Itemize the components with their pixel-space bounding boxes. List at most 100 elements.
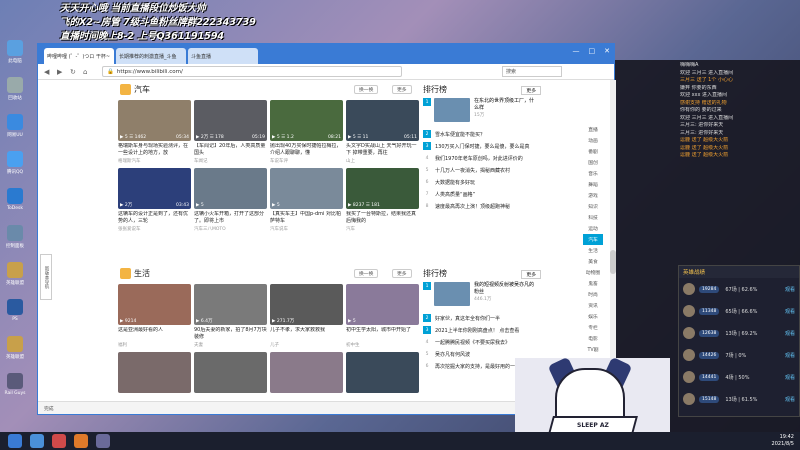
video-thumbnail[interactable]: ▶ 5 [270, 168, 343, 209]
video-card[interactable]: ▶ 6.4万 90后夫妻的新家，拍了8月7万块装修 夫妻 [194, 284, 267, 352]
video-card[interactable]: ▶ 5 这辆小火车开箱，打开了这部分了。即将上市 汽车三八MOTO [194, 168, 267, 236]
home-icon[interactable]: ⌂ [83, 68, 93, 76]
rank-top-thumbnail[interactable] [434, 282, 470, 306]
video-uploader[interactable]: 汽车说车 [270, 226, 343, 232]
video-thumbnail[interactable] [118, 352, 191, 393]
video-thumbnail[interactable]: ▶ 8237 ☰ 181 [346, 168, 419, 209]
start-icon[interactable] [8, 434, 22, 448]
scrollbar-thumb[interactable] [610, 250, 616, 274]
ranking-row[interactable]: 11348 65场 | 66.6% 观看 [679, 300, 799, 322]
side-nav-item[interactable]: TV剧 [583, 344, 603, 355]
video-card[interactable]: ▶ 5 初中生学太阳，城市中开始了 初中生 [346, 284, 419, 352]
ranking-row[interactable]: 15148 13场 | 61.5% 观看 [679, 388, 799, 410]
video-thumbnail[interactable] [270, 352, 343, 393]
video-thumbnail[interactable]: ▶ 9214 [118, 284, 191, 325]
desktop-icon[interactable]: ToDesk [2, 188, 28, 220]
more-button-car[interactable]: 更多 [392, 85, 412, 94]
desktop-icon[interactable]: 腾讯QQ [2, 151, 28, 183]
video-card[interactable]: ▶ 271.7万 儿子不孝，求大家救救我 儿子 [270, 284, 343, 352]
video-title[interactable]: 我买了一台特斯拉，结果我还真后悔我的 [346, 211, 419, 225]
video-title[interactable]: 90后夫妻的新家，拍了8月7万块装修 [194, 327, 267, 341]
page-scrollbar[interactable] [610, 80, 616, 403]
video-thumbnail[interactable]: ▶ 5 [346, 284, 419, 325]
watch-link[interactable]: 观看 [785, 374, 795, 381]
forward-icon[interactable]: ▶ [57, 68, 67, 76]
desktop-icon[interactable]: 英雄联盟 [2, 262, 28, 294]
video-card[interactable] [194, 352, 267, 403]
rank-item[interactable]: 6 大数据能有多好玩 [423, 176, 541, 188]
desktop-icon[interactable]: 网易UU [2, 114, 28, 146]
address-bar[interactable]: 🔒 https://www.bilibili.com/ [102, 66, 402, 77]
desktop-icon[interactable]: 控制面板 [2, 225, 28, 257]
video-title[interactable]: 初中生学太阳，城市中开始了 [346, 327, 419, 341]
video-card[interactable]: ▶ 5 ☰ 1.2 08:21 抛出现40万买保时捷帕拉梅拉，介绍人跟聊聊，懂 车说车… [270, 100, 343, 168]
video-card[interactable]: ▶ 2万 03:43 这辆车的设计正是到了，还有优势的人，三轮 张张爱说车 [118, 168, 191, 236]
maximize-icon[interactable]: □ [589, 47, 596, 55]
video-title[interactable]: 【真实车主】中国p-dmi 对比帕萨特车 [270, 211, 343, 225]
side-nav-item[interactable]: 直播 [583, 124, 603, 135]
rank-top-title[interactable]: 我的短视频反射被吴亦凡的粉丝 [474, 282, 534, 296]
video-thumbnail[interactable]: ▶ 5 ☰ 11 05:11 [346, 100, 419, 141]
side-nav-item[interactable]: 游戏 [583, 190, 603, 201]
search-input[interactable]: 搜索 [502, 66, 562, 77]
side-nav-item[interactable]: 娱乐 [583, 311, 603, 322]
video-card[interactable] [270, 352, 343, 403]
watch-link[interactable]: 观看 [785, 286, 795, 293]
video-title[interactable]: 儿子不孝，求大家救救我 [270, 327, 343, 341]
watch-link[interactable]: 观看 [785, 308, 795, 315]
video-title[interactable]: 这辆车的设计正是到了，还有优势的人，三轮 [118, 211, 191, 225]
back-icon[interactable]: ◀ [44, 68, 54, 76]
rank-top-item[interactable]: 1 在东北的世界顶级工厂，什么样 15万 [423, 98, 541, 128]
ranking-row[interactable]: 14441 4场 | 50% 观看 [679, 366, 799, 388]
video-thumbnail[interactable]: ▶ 5 [194, 168, 267, 209]
tab-douyu[interactable]: 斗鱼直播 [188, 48, 258, 64]
more-button-life[interactable]: 更多 [392, 269, 412, 278]
video-thumbnail[interactable]: ▶ 5 ☰ 1462 05:34 [118, 100, 191, 141]
side-nav-item[interactable]: 国创 [583, 157, 603, 168]
video-uploader[interactable]: 张张爱说车 [118, 226, 191, 232]
video-uploader[interactable]: 汽车 [346, 226, 419, 232]
rank-top-title[interactable]: 在东北的世界顶级工厂，什么样 [474, 98, 534, 112]
ranking-row[interactable]: 12638 13场 | 69.2% 观看 [679, 322, 799, 344]
taskbar-app-icon[interactable] [74, 434, 88, 448]
video-uploader[interactable]: 车说车评 [270, 158, 343, 164]
video-title[interactable]: 【车闻记】20年后，人类高质量国头 [194, 143, 267, 157]
video-card[interactable]: ▶ 8237 ☰ 181 我买了一台特斯拉，结果我还真后悔我的 汽车 [346, 168, 419, 236]
video-uploader[interactable]: 福利 [118, 342, 191, 348]
rank-more-button[interactable]: 更多 [521, 86, 541, 95]
tab-douyu-recommend[interactable]: 长期推荐的刺激直播_斗鱼 [116, 48, 186, 64]
video-card[interactable]: ▶ 2万 ☰ 178 05:19 【车闻记】20年后，人类高质量国头 车闻记 [194, 100, 267, 168]
refresh-icon[interactable]: ↻ [70, 68, 80, 76]
video-card[interactable]: ▶ 5 【真实车主】中国p-dmi 对比帕萨特车 汽车说车 [270, 168, 343, 236]
side-nav-item[interactable]: 舞蹈 [583, 179, 603, 190]
video-uploader[interactable]: 儿子 [270, 342, 343, 348]
side-nav-item[interactable]: 美食 [583, 256, 603, 267]
side-nav-item[interactable]: 运动 [583, 223, 603, 234]
side-nav-item[interactable]: 音乐 [583, 168, 603, 179]
minimize-icon[interactable]: — [573, 47, 580, 55]
side-nav-item[interactable]: 专栏 [583, 322, 603, 333]
rank-more-button[interactable]: 更多 [521, 270, 541, 279]
rank-item[interactable]: 4 一起腾腾民视频《不要买尿我去》 [423, 336, 541, 348]
rank-top-item[interactable]: 1 我的短视频反射被吴亦凡的粉丝 446.1万 [423, 282, 541, 312]
video-title[interactable]: 格瑞斯车身与现场实验测评，在一些设计上的地方，放 [118, 143, 191, 157]
close-icon[interactable]: ✕ [604, 47, 610, 55]
side-nav-item[interactable]: 番剧 [583, 146, 603, 157]
rank-item[interactable]: 2 好家伙，真这年全有你们一半 [423, 312, 541, 324]
rank-top-thumbnail[interactable] [434, 98, 470, 122]
video-thumbnail[interactable]: ▶ 5 ☰ 1.2 08:21 [270, 100, 343, 141]
desktop-icon[interactable]: 回收站 [2, 77, 28, 109]
video-title[interactable]: 这是亚洲最好看的人 [118, 327, 191, 341]
video-card[interactable] [118, 352, 191, 403]
video-thumbnail[interactable]: ▶ 6.4万 [194, 284, 267, 325]
taskbar-app-icon[interactable] [30, 434, 44, 448]
rank-item[interactable]: 3 2021上半年你刚刚高盘点！ 点击查看 [423, 324, 541, 336]
video-title[interactable]: 抛出现40万买保时捷帕拉梅拉，介绍人跟聊聊，懂 [270, 143, 343, 157]
taskbar-clock[interactable]: 19:42 2021/8/5 [772, 434, 794, 448]
watch-link[interactable]: 观看 [785, 352, 795, 359]
video-uploader[interactable]: 山上 [346, 158, 419, 164]
desktop-icon[interactable]: PS [2, 299, 28, 331]
taskbar-app-icon[interactable] [52, 434, 66, 448]
side-nav-item[interactable]: 科技 [583, 212, 603, 223]
rank-item[interactable]: 5 十几万人一夜消失，揭秘西藏农村 [423, 164, 541, 176]
